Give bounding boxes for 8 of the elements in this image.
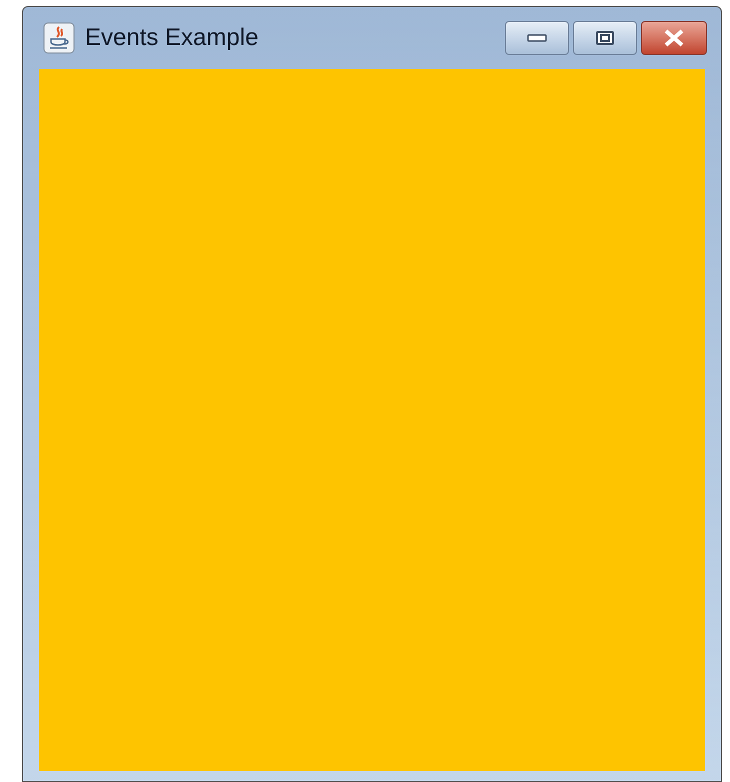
window-title: Events Example	[85, 23, 258, 53]
close-icon	[662, 29, 686, 47]
coffee-cup-icon	[43, 22, 75, 54]
minimize-icon	[527, 34, 547, 42]
minimize-button[interactable]	[505, 21, 569, 55]
maximize-icon	[595, 30, 615, 46]
close-button[interactable]	[641, 21, 707, 55]
maximize-button[interactable]	[573, 21, 637, 55]
